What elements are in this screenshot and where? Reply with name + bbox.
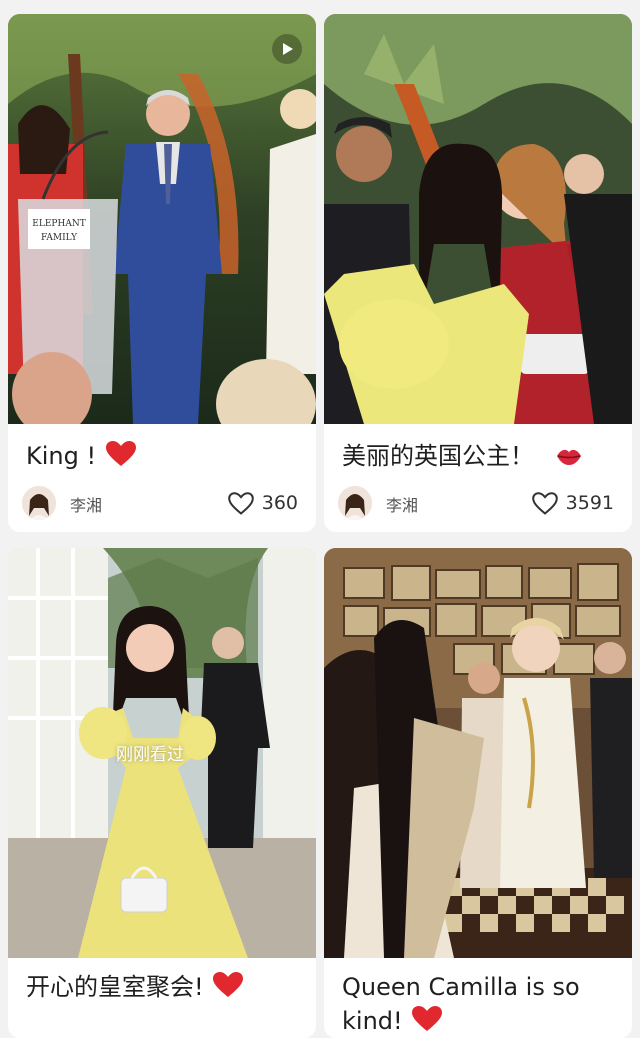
feed-card-royal-party[interactable]: 刚刚看过 开心的皇室聚会! bbox=[8, 548, 316, 1038]
heart-outline-icon bbox=[227, 491, 254, 515]
king-speech-photo: ELEPHANT FAMILY bbox=[8, 14, 316, 424]
heart-emoji-icon bbox=[412, 1006, 443, 1031]
svg-text:ELEPHANT: ELEPHANT bbox=[32, 219, 85, 229]
like-count: 360 bbox=[261, 492, 298, 514]
feed-card-queen-camilla[interactable]: Queen Camilla is so kind! bbox=[324, 548, 632, 1038]
kiss-lips-icon bbox=[556, 449, 581, 465]
heart-emoji-icon bbox=[213, 972, 244, 997]
like-button[interactable]: 360 bbox=[227, 486, 298, 520]
svg-text:FAMILY: FAMILY bbox=[41, 233, 78, 243]
card-title: Queen Camilla is so kind! bbox=[342, 970, 618, 1038]
feed-card-princess[interactable]: 美丽的英国公主！ 李湘 3591 bbox=[324, 14, 632, 532]
author-name[interactable]: 李湘 bbox=[386, 492, 418, 516]
like-count: 3591 bbox=[565, 492, 614, 514]
heart-outline-icon bbox=[531, 491, 558, 515]
card-photo[interactable] bbox=[324, 14, 632, 424]
card-photo[interactable]: 刚刚看过 bbox=[8, 548, 316, 958]
card-photo[interactable]: ELEPHANT FAMILY bbox=[8, 14, 316, 424]
card-photo[interactable] bbox=[324, 548, 632, 958]
card-title: 美丽的英国公主！ bbox=[342, 439, 618, 473]
card-title-line-1: Queen Camilla is so bbox=[342, 973, 580, 1001]
card-meta: 李湘 360 bbox=[22, 486, 302, 522]
feed-card-king[interactable]: ELEPHANT FAMILY King ! 李湘 360 bbox=[8, 14, 316, 532]
card-title: 开心的皇室聚会! bbox=[26, 970, 302, 1004]
author-avatar[interactable] bbox=[22, 486, 56, 520]
card-title-line-2: kind! bbox=[342, 1004, 618, 1038]
recently-viewed-badge: 刚刚看过 bbox=[116, 745, 184, 765]
author-name[interactable]: 李湘 bbox=[70, 492, 102, 516]
like-button[interactable]: 3591 bbox=[531, 486, 614, 520]
heart-emoji-icon bbox=[105, 441, 136, 466]
video-play-icon[interactable] bbox=[272, 34, 302, 64]
queen-camilla-photo bbox=[324, 548, 632, 958]
card-meta: 李湘 3591 bbox=[338, 486, 618, 522]
card-title: King ! bbox=[26, 439, 302, 473]
princess-photo bbox=[324, 14, 632, 424]
author-avatar[interactable] bbox=[338, 486, 372, 520]
